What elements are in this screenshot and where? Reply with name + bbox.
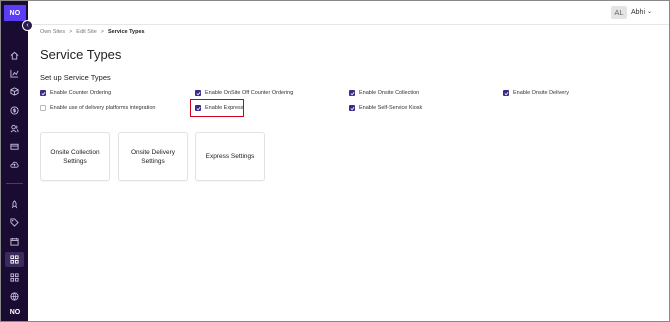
checkbox-checked-icon[interactable] [195,90,201,96]
breadcrumb-current: Service Types [108,29,145,35]
dollar-icon[interactable] [9,105,20,116]
cloud-icon[interactable] [9,159,20,170]
card-icon[interactable] [9,141,20,152]
checkbox-checked-icon[interactable] [503,90,509,96]
avatar-initials: AL [614,8,624,17]
breadcrumb-separator: > [69,29,73,35]
calendar-icon[interactable] [9,236,20,247]
users-icon[interactable] [9,123,20,134]
card-label: Onsite Delivery Settings [130,148,176,165]
option-self-service-kiosk[interactable]: Enable Self-Service Kiosk [349,105,422,111]
option-label: Enable Counter Ordering [50,90,112,96]
brand-logo-bottom: NO [4,306,26,318]
highlight-box [190,99,244,117]
breadcrumb-own-sites[interactable]: Own Sites [40,29,65,35]
option-label: Enable OnSite Off Counter Ordering [205,90,294,96]
chevron-left-icon: ‹ [26,22,29,29]
grid-icon[interactable] [5,252,24,267]
option-onsite-delivery[interactable]: Enable Onsite Delivery [503,90,569,96]
breadcrumb-edit-site[interactable]: Edit Site [76,29,96,35]
onsite-collection-settings-card[interactable]: Onsite Collection Settings [40,132,110,181]
option-label: Enable Onsite Delivery [513,90,569,96]
sidebar-divider [6,183,23,184]
page-title: Service Types [40,47,122,62]
card-label: Onsite Collection Settings [50,148,100,165]
express-settings-card[interactable]: Express Settings [195,132,265,181]
tag-icon[interactable] [9,217,20,228]
apps-icon[interactable] [9,272,20,283]
chart-icon[interactable] [9,68,20,79]
option-delivery-platforms[interactable]: Enable use of delivery platforms integra… [40,105,155,111]
checkbox-unchecked-icon[interactable] [40,105,46,111]
option-label: Enable Self-Service Kiosk [359,105,423,111]
option-label: Enable use of delivery platforms integra… [50,105,156,111]
sidebar: NO NO [1,1,28,321]
option-onsite-collection[interactable]: Enable Onsite Collection [349,90,419,96]
logo-bottom-text: NO [9,308,21,316]
breadcrumb: Own Sites > Edit Site > Service Types [40,29,145,35]
checkbox-checked-icon[interactable] [40,90,46,96]
option-counter-ordering[interactable]: Enable Counter Ordering [40,90,111,96]
option-label: Enable Onsite Collection [359,90,420,96]
chevron-down-icon[interactable]: ⌄ [647,8,652,15]
brand-logo[interactable]: NO [4,5,26,21]
globe-icon[interactable] [9,291,20,302]
option-onsite-off-counter-ordering[interactable]: Enable OnSite Off Counter Ordering [195,90,293,96]
sidebar-collapse-button[interactable]: ‹ [22,20,33,31]
home-icon[interactable] [9,50,20,61]
breadcrumb-separator: > [100,29,104,35]
checkbox-checked-icon[interactable] [349,90,355,96]
checkbox-checked-icon[interactable] [349,105,355,111]
user-name[interactable]: Abhi [631,9,645,16]
rocket-icon[interactable] [9,199,20,210]
avatar[interactable]: AL [611,6,627,19]
top-bar [28,1,669,25]
card-label: Express Settings [205,153,255,160]
onsite-delivery-settings-card[interactable]: Onsite Delivery Settings [118,132,188,181]
logo-text: NO [9,9,21,17]
section-title: Set up Service Types [40,73,111,82]
box-icon[interactable] [9,86,20,97]
